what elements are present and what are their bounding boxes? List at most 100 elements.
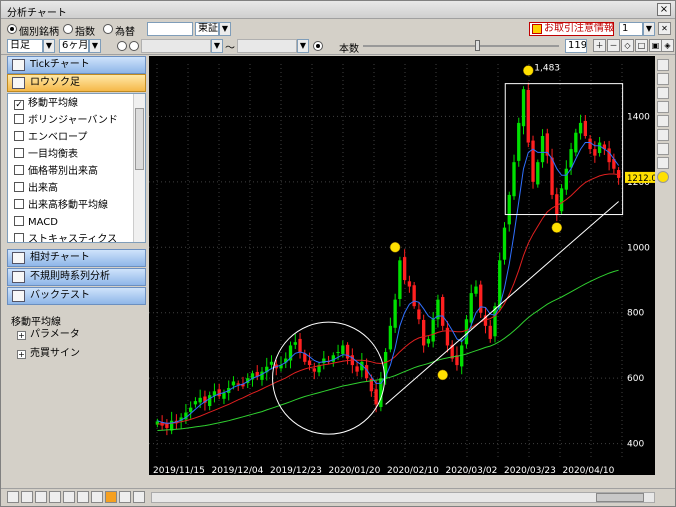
tool-icon[interactable] <box>105 491 117 503</box>
tool-icon[interactable] <box>77 491 89 503</box>
scrollbar-thumb[interactable] <box>135 108 144 170</box>
candle-body <box>583 120 588 136</box>
tool-icon[interactable] <box>7 491 19 503</box>
draw-erase-icon[interactable] <box>657 157 669 169</box>
radio-index[interactable] <box>63 24 73 34</box>
indicator-item[interactable]: ストキャスティクス <box>14 232 117 242</box>
date-to-dropdown-icon[interactable]: ▼ <box>297 39 309 53</box>
last-price-label: 1212.0 <box>627 174 655 184</box>
checkbox-checked-icon[interactable]: ✓ <box>14 100 24 110</box>
bars-slider-track[interactable] <box>363 45 559 47</box>
indicator-item[interactable]: MACD <box>14 215 58 231</box>
draw-text-icon[interactable] <box>657 143 669 155</box>
y-tick-label: 800 <box>627 309 644 319</box>
bars-slider-handle[interactable] <box>475 40 480 51</box>
range-select[interactable]: 6ヶ月 <box>59 39 89 53</box>
checkbox-icon[interactable] <box>14 114 24 124</box>
candle-body <box>307 360 312 366</box>
window-count-dropdown-icon[interactable]: ▼ <box>643 22 655 36</box>
code-input[interactable] <box>147 22 193 36</box>
chart-area[interactable]: 4006008001000120014002019/11/152019/12/0… <box>149 56 657 476</box>
expand-icon[interactable]: + <box>17 331 26 340</box>
tool-icon[interactable] <box>21 491 33 503</box>
date-to-input[interactable] <box>237 39 297 53</box>
indicator-item[interactable]: 出来高移動平均線 <box>14 198 108 214</box>
draw-hline-icon[interactable] <box>657 73 669 85</box>
draw-circle-icon[interactable] <box>657 129 669 141</box>
period-toolbar: 日足 ▼ 6ヶ月 ▼ ▼ ～ ▼ 本数 119 ＋ － ◇ □ ▣ ◈ <box>1 38 675 55</box>
close-small-icon[interactable]: ✕ <box>658 22 671 35</box>
checkbox-icon[interactable] <box>14 216 24 226</box>
tree-node-param[interactable]: + パラメータ <box>17 325 80 340</box>
candle-body <box>402 257 407 280</box>
radio-bars[interactable] <box>313 41 323 51</box>
checkbox-icon[interactable] <box>14 233 24 242</box>
notice-button[interactable]: お取引注意情報 <box>529 22 614 36</box>
close-button[interactable]: × <box>657 3 671 16</box>
tick-chart-icon <box>12 59 25 71</box>
date-from-input[interactable] <box>141 39 211 53</box>
irregular-analysis-label: 不規則時系列分析 <box>30 271 110 282</box>
radio-date-range[interactable] <box>117 41 127 51</box>
candle-button[interactable]: ロウソク足 <box>7 74 146 92</box>
indicator-scrollbar[interactable] <box>133 94 145 242</box>
tick-chart-button[interactable]: Tickチャート <box>7 56 146 74</box>
bars-input[interactable]: 119 <box>565 39 587 53</box>
draw-rect-icon[interactable] <box>657 115 669 127</box>
x-tick-label: 2019/12/04 <box>212 466 264 475</box>
radio-stock[interactable] <box>7 24 17 34</box>
checkbox-icon[interactable] <box>14 131 24 141</box>
tool-icon[interactable] <box>35 491 47 503</box>
zoom-in-icon[interactable]: ＋ <box>593 39 606 52</box>
indicator-item[interactable]: 価格帯別出来高 <box>14 164 98 180</box>
period-select[interactable]: 日足 <box>7 39 43 53</box>
checkbox-icon[interactable] <box>14 148 24 158</box>
irregular-analysis-button[interactable]: 不規則時系列分析 <box>7 268 146 286</box>
draw-channel-icon[interactable] <box>657 87 669 99</box>
checkbox-icon[interactable] <box>14 182 24 192</box>
indicator-item[interactable]: 一目均衡表 <box>14 147 78 163</box>
expand-icon[interactable]: + <box>17 350 26 359</box>
zoom-fit-icon[interactable]: ◇ <box>621 39 634 52</box>
indicator-item[interactable]: エンベロープ <box>14 130 87 146</box>
date-from-dropdown-icon[interactable]: ▼ <box>211 39 223 53</box>
market-select[interactable]: 東証 <box>195 22 219 36</box>
candle-body <box>564 168 568 190</box>
zoom-reset-icon[interactable]: □ <box>635 39 648 52</box>
zoom-width-icon[interactable]: ◈ <box>661 39 674 52</box>
indicator-item[interactable]: 出来高 <box>14 181 58 197</box>
tree-node-signal[interactable]: + 売買サイン <box>17 344 80 359</box>
indicator-label: ストキャスティクス <box>28 234 118 242</box>
draw-line-icon[interactable] <box>657 59 669 71</box>
tool-icon[interactable] <box>63 491 75 503</box>
indicator-item[interactable]: ✓ 移動平均線 <box>14 96 78 112</box>
checkbox-icon[interactable] <box>14 165 24 175</box>
ma-long-line <box>157 269 619 431</box>
backtest-button[interactable]: バックテスト <box>7 287 146 305</box>
relative-chart-button[interactable]: 相対チャート <box>7 249 146 267</box>
window-count-select[interactable]: 1 <box>619 22 643 36</box>
range-dropdown-icon[interactable]: ▼ <box>89 39 101 53</box>
market-dropdown-icon[interactable]: ▼ <box>219 22 231 36</box>
candle-body <box>578 122 583 134</box>
radio-date-from[interactable] <box>129 41 139 51</box>
candle-body <box>393 299 397 328</box>
period-dropdown-icon[interactable]: ▼ <box>43 39 55 53</box>
stamp-icon[interactable] <box>657 171 669 183</box>
tool-icon[interactable] <box>119 491 131 503</box>
draw-fib-icon[interactable] <box>657 101 669 113</box>
radio-fx[interactable] <box>103 24 113 34</box>
chart-scrollbar[interactable] <box>151 492 655 503</box>
checkbox-icon[interactable] <box>14 199 24 209</box>
indicator-item[interactable]: ボリンジャーバンド <box>14 113 118 129</box>
price-chart[interactable]: 4006008001000120014002019/11/152019/12/0… <box>149 56 657 476</box>
chart-scrollbar-thumb[interactable] <box>596 493 644 502</box>
tool-icon[interactable] <box>133 491 145 503</box>
tree-node-label: 売買サイン <box>30 348 80 359</box>
zoom-out-icon[interactable]: － <box>607 39 620 52</box>
candle-body <box>331 355 335 362</box>
tool-icon[interactable] <box>49 491 61 503</box>
tool-icon[interactable] <box>91 491 103 503</box>
candle-body <box>431 319 435 342</box>
candle-body <box>188 407 193 412</box>
